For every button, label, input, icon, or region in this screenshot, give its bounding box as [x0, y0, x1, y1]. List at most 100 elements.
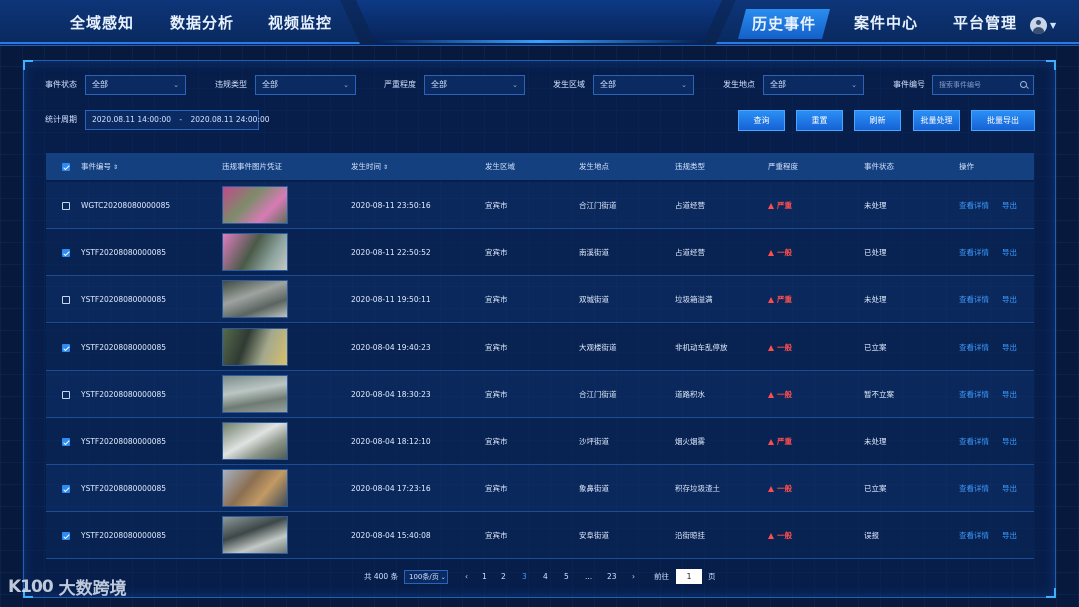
violation-photo-thumbnail[interactable]	[222, 516, 288, 555]
date-range-picker[interactable]: 2020.08.11 14:00:00 - 2020.08.11 24:00:0…	[85, 110, 270, 130]
nav-item-case-center[interactable]: 案件中心	[854, 12, 918, 34]
page-4[interactable]: 4	[543, 570, 548, 584]
status-filter-label: 事件状态	[45, 80, 77, 89]
export-link[interactable]: 导出	[1002, 276, 1017, 323]
sort-icon[interactable]: ⇕	[113, 164, 118, 171]
page-2[interactable]: 2	[501, 570, 506, 584]
row-checkbox[interactable]	[62, 438, 70, 446]
cell-severity: 一般	[768, 229, 792, 276]
query-button[interactable]: 查询	[738, 110, 785, 131]
page-23[interactable]: 23	[607, 570, 617, 584]
cell-status: 未处理	[864, 437, 887, 446]
batch-export-button[interactable]: 批量导出	[971, 110, 1035, 131]
table-row: WGTC20208080000085 2020-08-11 23:50:16 宜…	[46, 182, 1034, 229]
watermark: K100 大数跨境	[8, 574, 127, 600]
violation-photo-thumbnail[interactable]	[222, 233, 288, 272]
place-filter-select[interactable]: 全部 ⌄	[763, 75, 864, 95]
th-time[interactable]: 发生时间 ⇕	[351, 153, 388, 181]
warning-triangle-icon	[768, 533, 774, 540]
status-filter-select[interactable]: 全部 ⌄	[85, 75, 186, 95]
cell-status: 已立案	[864, 484, 887, 494]
violation-photo-thumbnail[interactable]	[222, 422, 288, 460]
table-row: YSTF20208080000085 2020-08-04 17:23:16 宜…	[46, 465, 1034, 513]
page-1[interactable]: 1	[482, 570, 487, 584]
view-details-link[interactable]: 查看详情	[959, 229, 989, 276]
pagination-total: 共 400 条	[364, 570, 398, 584]
export-link[interactable]: 导出	[1002, 229, 1017, 276]
view-details-link[interactable]: 查看详情	[959, 182, 989, 229]
export-link[interactable]: 导出	[1002, 371, 1017, 418]
export-link[interactable]: 导出	[1002, 182, 1017, 229]
cell-area: 宜宾市	[485, 295, 508, 305]
view-details-link[interactable]: 查看详情	[959, 276, 989, 323]
cell-status: 已立案	[864, 342, 887, 352]
page-5[interactable]: 5	[564, 570, 569, 584]
row-checkbox[interactable]	[62, 485, 70, 494]
page-size-select[interactable]: 100条/页 ⌄	[404, 570, 448, 584]
nav-item-video-monitoring[interactable]: 视频监控	[268, 12, 332, 34]
nav-item-platform-management[interactable]: 平台管理	[953, 12, 1017, 34]
export-link[interactable]: 导出	[1002, 324, 1017, 371]
violation-photo-thumbnail[interactable]	[222, 186, 288, 224]
code-search-input[interactable]: 搜索事件编号	[932, 75, 1034, 95]
nav-item-data-analysis[interactable]: 数据分析	[170, 12, 234, 34]
sort-icon[interactable]: ⇕	[383, 164, 388, 171]
violation-photo-thumbnail[interactable]	[222, 327, 288, 366]
cell-severity: 一般	[768, 465, 792, 512]
batch-process-button[interactable]: 批量处理	[913, 110, 960, 131]
export-link[interactable]: 导出	[1002, 512, 1017, 559]
reset-button[interactable]: 重置	[796, 110, 843, 131]
export-link[interactable]: 导出	[1002, 418, 1017, 465]
next-page-icon[interactable]: ›	[632, 570, 635, 584]
search-icon[interactable]	[1020, 81, 1027, 88]
date-end: 2020.08.11 24:00:00	[190, 115, 270, 124]
cell-severity: 一般	[768, 371, 792, 418]
row-checkbox[interactable]	[62, 202, 70, 210]
nav-item-global-perception[interactable]: 全域感知	[70, 12, 134, 34]
cell-time: 2020-08-11 22:50:52	[351, 248, 431, 258]
page-3[interactable]: 3	[522, 570, 527, 584]
area-filter-select[interactable]: 全部 ⌄	[593, 75, 694, 95]
chevron-down-icon: ⌄	[343, 81, 349, 89]
row-checkbox[interactable]	[62, 249, 70, 258]
cell-type: 占道经营	[675, 201, 705, 210]
user-menu[interactable]: ▼	[1030, 17, 1056, 34]
refresh-button[interactable]: 刷新	[854, 110, 901, 131]
cell-severity: 严重	[768, 418, 792, 465]
chevron-down-icon: ⌄	[512, 81, 518, 89]
view-details-link[interactable]: 查看详情	[959, 324, 989, 371]
type-filter-select[interactable]: 全部 ⌄	[255, 75, 356, 95]
view-details-link[interactable]: 查看详情	[959, 512, 989, 559]
row-checkbox[interactable]	[62, 296, 70, 305]
warning-triangle-icon	[768, 486, 774, 493]
export-link[interactable]: 导出	[1002, 465, 1017, 512]
cell-type: 道路积水	[675, 389, 705, 399]
nav-item-history-events[interactable]: 历史事件	[738, 9, 830, 39]
page-ellipsis[interactable]: ...	[585, 570, 592, 584]
goto-suffix: 页	[708, 572, 716, 581]
view-details-link[interactable]: 查看详情	[959, 418, 989, 465]
violation-photo-thumbnail[interactable]	[222, 280, 288, 319]
violation-photo-thumbnail[interactable]	[222, 374, 288, 413]
violation-photo-thumbnail[interactable]	[222, 469, 288, 508]
severity-label: 一般	[777, 484, 792, 494]
watermark-text: 大数跨境	[58, 579, 127, 599]
view-details-link[interactable]: 查看详情	[959, 371, 989, 418]
warning-triangle-icon	[768, 203, 774, 209]
row-checkbox[interactable]	[62, 532, 70, 541]
prev-page-icon[interactable]: ‹	[465, 570, 468, 584]
warning-triangle-icon	[768, 297, 774, 304]
row-checkbox[interactable]	[62, 343, 70, 352]
select-all-checkbox[interactable]	[62, 163, 70, 171]
row-checkbox[interactable]	[62, 390, 70, 399]
goto-page-input[interactable]: 1	[676, 569, 702, 584]
cell-place: 合江门街道	[579, 201, 617, 210]
cell-type: 非机动车乱停放	[675, 342, 728, 352]
severity-label: 一般	[777, 531, 792, 541]
severity-filter-label: 严重程度	[384, 80, 416, 89]
period-label: 统计周期	[45, 115, 77, 124]
severity-filter-select[interactable]: 全部 ⌄	[424, 75, 525, 95]
th-event-id[interactable]: 事件编号 ⇕	[81, 153, 118, 181]
view-details-link[interactable]: 查看详情	[959, 465, 989, 512]
severity-label: 一般	[777, 248, 792, 258]
